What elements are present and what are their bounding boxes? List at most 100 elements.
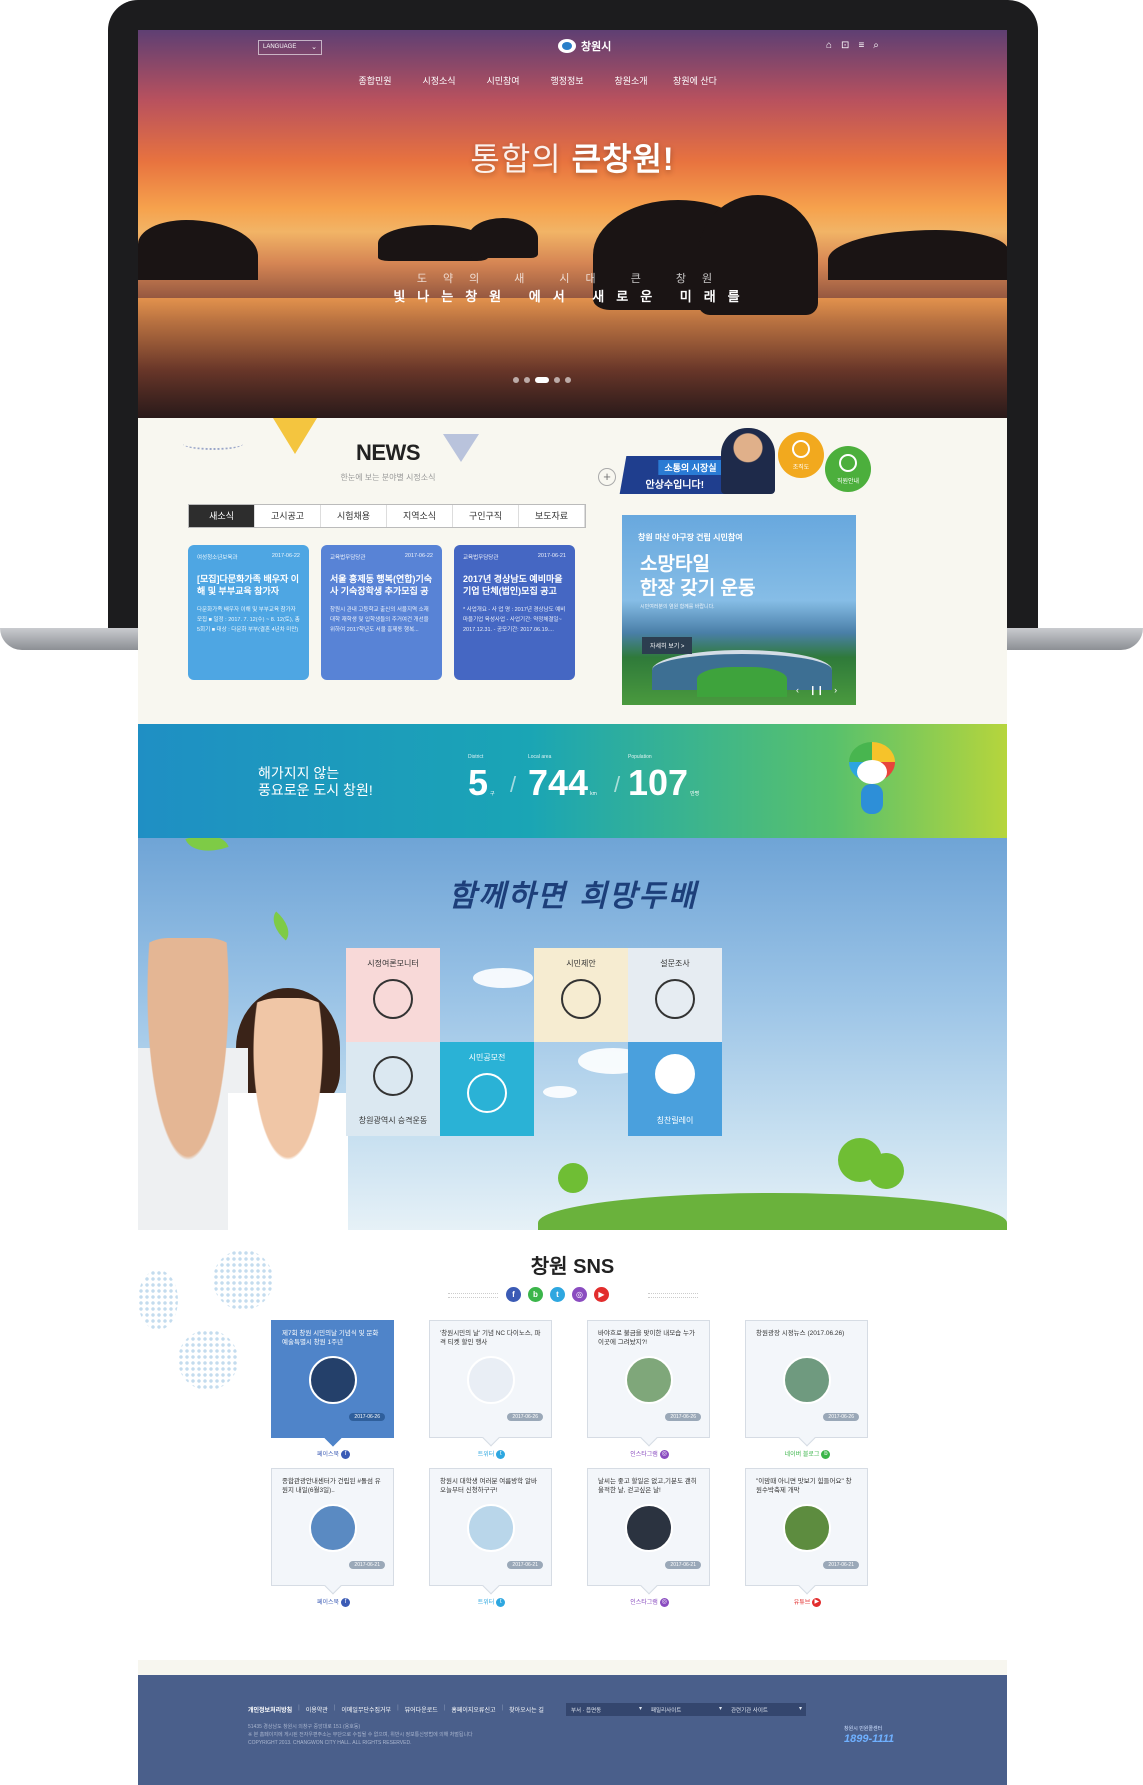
sns-card[interactable]: 창원시 대학생 여러분 여름방학 알바 오늘부터 신청하구구! 2017-06-…: [429, 1468, 552, 1607]
tile-praise-relay[interactable]: 칭찬릴레이: [628, 1042, 722, 1136]
person-icon: [839, 454, 857, 472]
trophy-icon: [467, 1073, 507, 1113]
twitter-icon[interactable]: t: [550, 1287, 565, 1302]
footer-link-report-error[interactable]: 홈페이지오류신고: [451, 1705, 495, 1714]
dept-select[interactable]: 부서 · 읍면동 ▾: [566, 1703, 646, 1716]
slider-dot-active[interactable]: [535, 377, 549, 383]
tab-press[interactable]: 보도자료: [519, 505, 585, 527]
site-logo[interactable]: 창원시: [558, 38, 611, 54]
news-more-button[interactable]: +: [598, 468, 616, 486]
org-chart-button[interactable]: 조직도: [778, 432, 824, 478]
sns-card[interactable]: 창원광장 시정뉴스 (2017.06.26) 2017-06-26 네이버 블로…: [745, 1320, 868, 1459]
nav-item-civil-service[interactable]: 종합민원: [343, 74, 407, 87]
blog-icon: b: [821, 1450, 831, 1459]
sns-card[interactable]: 날씨는 좋고 할일은 없고,기분도 괜히 울적한 날, 걷고싶은 날! 2017…: [587, 1468, 710, 1607]
call-center-number[interactable]: 1899-1111: [844, 1733, 894, 1745]
sns-card-source: 페이스북 f: [272, 1597, 395, 1607]
org-chart-label: 조직도: [792, 465, 810, 471]
hero-banner: LANGUAGE ⌄ 창원시 ⌂ ⊡ ≡ ⌕ 종합민원 시정소식 시민참여 행정…: [138, 30, 1007, 418]
sns-card-date: 2017-06-26: [507, 1413, 543, 1421]
lock-icon[interactable]: ⊡: [841, 40, 849, 51]
mayor-office-widget[interactable]: 소통의 시장실 안상수입니다! 조직도 직원안내: [619, 428, 871, 498]
promo-tag: 창원 마산 야구장 건립 시민참여: [638, 533, 743, 542]
stat-value: 107: [628, 762, 689, 803]
sns-card-pointer: [640, 1577, 658, 1595]
youtube-icon[interactable]: ▶: [594, 1287, 609, 1302]
stat-value: 5: [468, 762, 489, 803]
tile-metro-promotion[interactable]: 창원광역시 승격운동: [346, 1042, 440, 1136]
pause-icon[interactable]: ❙❙: [809, 685, 824, 696]
tab-new-news[interactable]: 새소식: [189, 505, 255, 527]
nav-item-about[interactable]: 창원소개: [599, 74, 663, 87]
slider-dot[interactable]: [554, 377, 560, 383]
next-arrow-icon[interactable]: ›: [834, 685, 837, 696]
city-motto: 해가지지 않는 풍요로운 도시 창원!: [258, 765, 373, 799]
footer-link-terms[interactable]: 이용약관: [306, 1705, 328, 1714]
footer-link-viewer[interactable]: 뷰어다운로드: [405, 1705, 438, 1714]
menu-icon[interactable]: ≡: [858, 40, 864, 51]
instagram-icon: ◎: [659, 1598, 669, 1607]
hero-subtitle-large: 빛나는창원 에서 새로운 미래를: [393, 289, 752, 304]
news-card[interactable]: 여성청소년보육과 2017-06-22 [모집]다문화가족 배우자 이해 및 부부…: [188, 545, 309, 680]
nav-item-admin-info[interactable]: 행정정보: [535, 74, 599, 87]
instagram-icon[interactable]: ◎: [572, 1287, 587, 1302]
footer-copyright: COPYRIGHT 2013. CHANGWON CITY HALL. ALL …: [248, 1740, 412, 1746]
news-card-dept: 교육법무담당관: [330, 555, 366, 561]
footer-link-email-policy[interactable]: 이메일무단수집거부: [341, 1705, 391, 1714]
family-site-select[interactable]: 패밀리사이트 ▾: [646, 1703, 726, 1716]
hero-title-light: 통합의: [470, 141, 572, 177]
tile-contest[interactable]: 시민공모전: [440, 1042, 534, 1136]
source-label: 인스타그램: [630, 1600, 658, 1607]
tab-local-news[interactable]: 지역소식: [387, 505, 453, 527]
tab-jobs[interactable]: 구인구직: [453, 505, 519, 527]
source-label: 트위터: [477, 1452, 495, 1459]
promo-controls: ‹ ❙❙ ›: [796, 685, 837, 696]
sns-card[interactable]: 바야흐로 불금을 맞이한 내모습 누가 이곳에 그려놨지?! 2017-06-2…: [587, 1320, 710, 1459]
sns-card-date: 2017-06-26: [665, 1413, 701, 1421]
prev-arrow-icon[interactable]: ‹: [796, 685, 799, 696]
sns-card[interactable]: '창원시민의 날' 기념 NC 다이노스, 파격 티켓 할인 행사 2017-0…: [429, 1320, 552, 1459]
footer-notice: ※ 본 홈페이지에 게시된 전자우편주소는 무단으로 수집될 수 없으며, 위반…: [248, 1732, 473, 1738]
sns-card-title: 창원시 대학생 여러분 여름방학 알바 오늘부터 신청하구구!: [440, 1478, 537, 1494]
news-card-dept: 교육법무담당관: [463, 555, 499, 561]
promo-banner[interactable]: 창원 마산 야구장 건립 시민참여 소망타일 한장 갖기 운동 시민여러분의 염…: [622, 515, 856, 705]
sns-card[interactable]: 종합관광안내센터가 건립된 #돌섬 유원지 내일(6월3일).. 2017-06…: [271, 1468, 394, 1607]
tile-opinion-monitor[interactable]: 시정여론모니터: [346, 948, 440, 1042]
slider-dot[interactable]: [513, 377, 519, 383]
news-card[interactable]: 교육법무담당관 2017-06-21 2017년 경상남도 예비마을기업 단체(법…: [454, 545, 575, 680]
nav-item-city-news[interactable]: 시정소식: [407, 74, 471, 87]
home-icon[interactable]: ⌂: [826, 40, 832, 51]
tile-citizen-proposal[interactable]: 시민제안: [534, 948, 628, 1042]
slider-dot[interactable]: [524, 377, 530, 383]
source-label: 페이스북: [316, 1600, 340, 1607]
nav-item-participation[interactable]: 시민참여: [471, 74, 535, 87]
tree-decoration: [868, 1153, 904, 1189]
tab-notices[interactable]: 고시공고: [255, 505, 321, 527]
facebook-icon[interactable]: f: [506, 1287, 521, 1302]
sns-card-date: 2017-06-21: [665, 1561, 701, 1569]
language-select[interactable]: LANGUAGE ⌄: [258, 40, 322, 55]
mascot-body: [861, 784, 883, 814]
mayor-banner-line1: 소통의 시장실: [658, 460, 723, 475]
staff-guide-button[interactable]: 직원안내: [825, 446, 871, 492]
stat-divider: /: [510, 772, 517, 797]
search-icon[interactable]: ⌕: [873, 40, 879, 51]
promo-more-button[interactable]: 자세히 보기 >: [642, 637, 693, 654]
participation-section: 함께하면 희망두배 시정여론모니터 시민제안 설문조사 창원광역시 승격운동 시…: [138, 838, 1007, 1230]
footer-link-privacy[interactable]: 개인정보처리방침: [248, 1705, 292, 1714]
blog-icon[interactable]: b: [528, 1287, 543, 1302]
sns-card[interactable]: "이맘때 아니면 맛보기 힘들어요" 창원수박축제 개막 2017-06-21 …: [745, 1468, 868, 1607]
slider-dot[interactable]: [565, 377, 571, 383]
related-site-select[interactable]: 관련기관 사이트 ▾: [726, 1703, 806, 1716]
tile-survey[interactable]: 설문조사: [628, 948, 722, 1042]
news-card[interactable]: 교육법무담당관 2017-06-22 서울 흥제동 행복(연합)기숙사 기숙장학생…: [321, 545, 442, 680]
source-label: 트위터: [477, 1600, 495, 1607]
footer-link-directions[interactable]: 찾아오시는 길: [509, 1705, 544, 1714]
news-card-date: 2017-06-21: [537, 553, 566, 559]
stat-label: Population: [628, 754, 652, 760]
nav-item-living[interactable]: 창원에 산다: [663, 74, 727, 87]
tab-recruitment[interactable]: 시험채용: [321, 505, 387, 527]
city-motto-line1: 해가지지 않는: [258, 765, 340, 781]
sns-card[interactable]: 제7회 창원 시민의날 기념식 및 문화예술특별시 창원 1주년 2017-06…: [271, 1320, 394, 1459]
tile-label: 시민공모전: [468, 1053, 506, 1062]
